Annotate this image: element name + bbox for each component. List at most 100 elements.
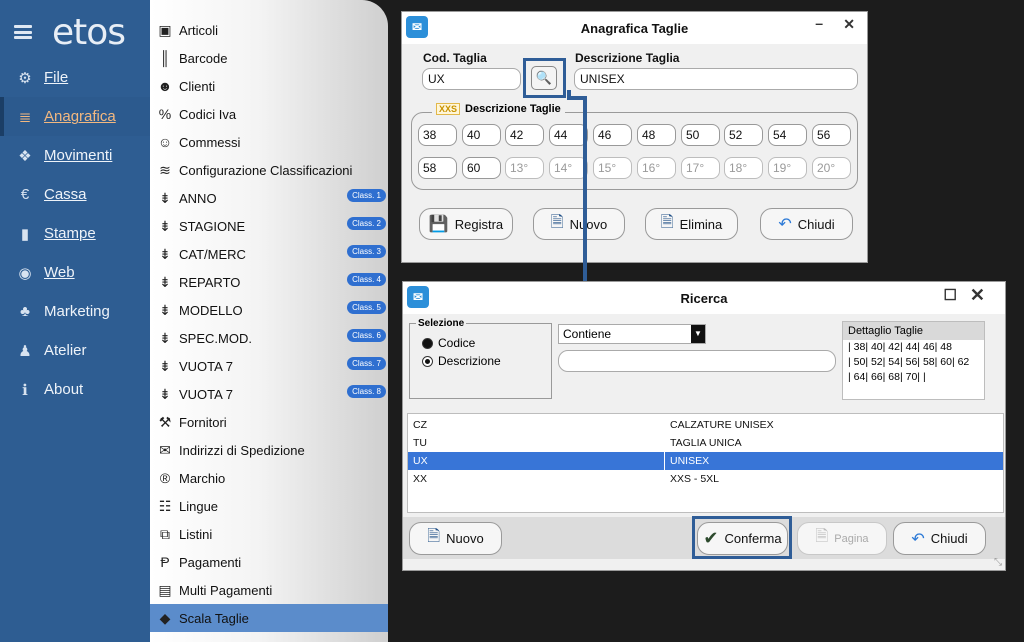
description-cell: XXS - 5XL [670,473,720,485]
submenu-item[interactable]: ⇟ REPARTO Class. 4 [150,268,388,296]
hamburger-menu-icon[interactable] [14,25,32,39]
size-field[interactable]: 15° [593,157,632,179]
submenu-item[interactable]: ✉ Indirizzi di Spedizione [150,436,388,464]
submenu-item-icon: ◆ [159,609,171,626]
description-cell: CALZATURE UNISEX [670,419,774,431]
minimize-icon[interactable]: – [815,15,823,31]
submenu-item-label: Commessi [179,134,241,150]
submenu-item[interactable]: ☷ Lingue [150,492,388,520]
class-badge: Class. 4 [347,273,386,286]
size-field[interactable]: 16° [637,157,676,179]
size-field[interactable]: 42 [505,124,544,146]
close-icon[interactable]: ✕ [843,16,855,33]
submenu-item[interactable]: ▤ Multi Pagamenti [150,576,388,604]
search-button[interactable]: 🔍 [531,66,557,90]
size-field[interactable]: 20° [812,157,851,179]
sidebar-item-marketing[interactable]: ♣ Marketing [0,292,150,331]
ricerca-nuovo-button[interactable]: 🗎 Nuovo [409,522,502,555]
submenu-item[interactable]: ◆ Scala Taglie [150,604,388,632]
submenu-item-label: REPARTO [179,274,241,290]
sidebar-item-label: About [44,381,84,398]
submenu-item-icon: ® [159,470,171,486]
submenu-item[interactable]: ☻ Clienti [150,72,388,100]
submenu-item[interactable]: ⚒ Fornitori [150,408,388,436]
dettaglio-line: | 64| 66| 68| 70| | [848,371,926,383]
table-row[interactable]: CZ CALZATURE UNISEX [408,416,1003,434]
chevron-down-icon[interactable]: ▼ [691,325,705,343]
radio-descrizione-label: Descrizione [438,354,501,368]
size-field[interactable]: 58 [418,157,457,179]
submenu-item[interactable]: ▣ Articoli [150,16,388,44]
submenu-item-label: CAT/MERC [179,246,246,262]
size-field[interactable]: 52 [724,124,763,146]
submenu-item[interactable]: ║ Barcode [150,44,388,72]
size-field[interactable]: 48 [637,124,676,146]
submenu-item[interactable]: ⇟ VUOTA 7 Class. 8 [150,380,388,408]
submenu-item[interactable]: Ᵽ Pagamenti [150,548,388,576]
table-row[interactable]: XX XXS - 5XL [408,470,1003,488]
size-field[interactable]: 17° [681,157,720,179]
sidebar-item-web[interactable]: ◉ Web [0,253,150,292]
sidebar-item-movimenti[interactable]: ❖ Movimenti [0,136,150,175]
ricerca-nuovo-label: Nuovo [446,531,484,546]
descrizione-taglia-field[interactable]: UNISEX [574,68,858,90]
submenu-item[interactable]: ® Marchio [150,464,388,492]
table-row[interactable]: TU TAGLIA UNICA [408,434,1003,452]
sidebar-item-cassa[interactable]: € Cassa [0,175,150,214]
submenu-item[interactable]: ⇟ STAGIONE Class. 2 [150,212,388,240]
size-field[interactable]: 40 [462,124,501,146]
cod-taglia-field[interactable]: UX [422,68,521,90]
submenu-item[interactable]: ⇟ CAT/MERC Class. 3 [150,240,388,268]
size-field[interactable]: 13° [505,157,544,179]
submenu-item[interactable]: ☺ Commessi [150,128,388,156]
elimina-button[interactable]: 🗎 Elimina [645,208,738,240]
size-field[interactable]: 38 [418,124,457,146]
radio-codice[interactable]: Codice [422,336,551,350]
sidebar-item-atelier[interactable]: ♟ Atelier [0,331,150,370]
maximize-icon[interactable]: ☐ [944,286,957,304]
submenu-item-icon: ║ [160,50,170,66]
app-logo: etos [52,11,126,53]
submenu-item[interactable]: ⇟ MODELLO Class. 5 [150,296,388,324]
search-input[interactable] [558,350,836,372]
size-field[interactable]: 60 [462,157,501,179]
sidebar-item-about[interactable]: ℹ About [0,370,150,409]
about-icon: ℹ [22,381,28,399]
registra-button[interactable]: 💾 Registra [419,208,513,240]
class-badge: Class. 2 [347,217,386,230]
size-field[interactable]: 56 [812,124,851,146]
submenu-item[interactable]: ⧉ Listini [150,520,388,548]
radio-descrizione[interactable]: Descrizione [422,354,551,368]
conferma-button[interactable]: ✔ Conferma [697,522,788,555]
ricerca-chiudi-button[interactable]: ↶ Chiudi [893,522,986,555]
submenu-item-icon: ≋ [159,161,171,178]
submenu-item[interactable]: % Codici Iva [150,100,388,128]
class-badge: Class. 5 [347,301,386,314]
brand: etos [14,10,126,54]
submenu-item-icon: ⧉ [160,525,170,542]
match-mode-select[interactable]: Contiene ▼ [558,324,706,344]
table-row[interactable]: UX UNISEX [408,452,1003,470]
size-field[interactable]: 19° [768,157,807,179]
sidebar-item-stampe[interactable]: ▮ Stampe [0,214,150,253]
close-icon[interactable]: ✕ [970,285,985,306]
sidebar-item-anagrafica[interactable]: ≣ Anagrafica [0,97,150,136]
resize-grip-icon[interactable]: ⤡ [994,557,1018,638]
pagina-button[interactable]: 🗎 Pagina [797,522,887,555]
sidebar-item-file[interactable]: ⚙ File [0,58,150,97]
size-field[interactable]: 54 [768,124,807,146]
submenu-item-icon: ⇟ [159,301,171,318]
sidebar-item-label: Anagrafica [44,108,116,125]
submenu-item[interactable]: ⇟ SPEC.MOD. Class. 6 [150,324,388,352]
submenu-item[interactable]: ⇟ ANNO Class. 1 [150,184,388,212]
size-field[interactable]: 18° [724,157,763,179]
submenu-item-label: Lingue [179,498,219,514]
file-icon: ⚙ [18,69,32,87]
submenu-item[interactable]: ≋ Configurazione Classificazioni [150,156,388,184]
chiudi-button[interactable]: ↶ Chiudi [760,208,853,240]
size-field[interactable]: 50 [681,124,720,146]
dettaglio-taglie-panel: Dettaglio Taglie | 38| 40| 42| 44| 46| 4… [842,321,985,400]
submenu-item[interactable]: ⇟ VUOTA 7 Class. 7 [150,352,388,380]
registra-label: Registra [454,216,504,232]
size-field[interactable]: 46 [593,124,632,146]
